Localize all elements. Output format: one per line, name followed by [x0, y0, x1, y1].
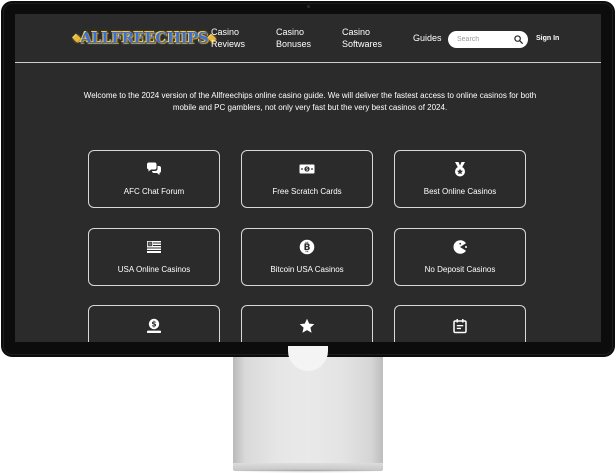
us-flag-icon: [147, 241, 161, 253]
nav-casino-bonuses[interactable]: Casino Bonuses: [276, 26, 311, 50]
monitor-bezel: ◆ALLFREECHIPS◆ Casino Reviews Casino Bon…: [1, 1, 615, 357]
card-star[interactable]: [241, 305, 373, 342]
search-icon[interactable]: [514, 35, 523, 44]
card-free-scratch-cards[interactable]: $ Free Scratch Cards: [241, 150, 373, 208]
nav-guides[interactable]: Guides: [413, 32, 442, 44]
nav-label-line2: Softwares: [342, 39, 383, 49]
stand-shadow: [228, 469, 388, 473]
webcam-dot: [307, 5, 310, 8]
site-logo[interactable]: ◆ALLFREECHIPS◆: [73, 28, 216, 48]
logo-text: ALLFREECHIPS: [80, 29, 209, 47]
sign-in-link[interactable]: Sign In: [536, 35, 559, 42]
card-dollar-hand[interactable]: $: [88, 305, 220, 342]
card-bitcoin-usa-casinos[interactable]: B Bitcoin USA Casinos: [241, 228, 373, 286]
search-input[interactable]: [457, 34, 509, 45]
star-icon: [299, 318, 315, 333]
card-no-deposit-casinos[interactable]: No Deposit Casinos: [394, 228, 526, 286]
nav-casino-reviews[interactable]: Casino Reviews: [211, 26, 245, 50]
card-label: Bitcoin USA Casinos: [270, 265, 344, 274]
search-box: [448, 31, 528, 48]
monitor-stand: [233, 357, 383, 463]
bitcoin-icon: B: [299, 239, 315, 255]
card-best-online-casinos[interactable]: Best Online Casinos: [394, 150, 526, 208]
card-usa-online-casinos[interactable]: USA Online Casinos: [88, 228, 220, 286]
card-label: Best Online Casinos: [423, 187, 497, 196]
nav-label-line2: Bonuses: [276, 39, 312, 49]
nav-casino-softwares[interactable]: Casino Softwares: [342, 26, 382, 50]
nav-label-line1: Casino: [276, 27, 305, 37]
pacman-icon: [453, 240, 467, 254]
nav-label-line1: Guides: [413, 33, 442, 43]
card-label: AFC Chat Forum: [123, 187, 185, 196]
svg-text:$: $: [306, 167, 309, 173]
calendar-icon: [453, 319, 467, 334]
card-afc-chat-forum[interactable]: AFC Chat Forum: [88, 150, 220, 208]
nav-label-line1: Casino: [342, 27, 371, 37]
monitor-screen: ◆ALLFREECHIPS◆ Casino Reviews Casino Bon…: [15, 14, 601, 342]
intro-text: Welcome to the 2024 version of the Allfr…: [83, 91, 537, 112]
site-header: ◆ALLFREECHIPS◆ Casino Reviews Casino Bon…: [15, 14, 601, 63]
chat-bubbles-icon: [147, 162, 161, 175]
card-label: No Deposit Casinos: [424, 265, 496, 274]
card-label: Free Scratch Cards: [272, 187, 342, 196]
dollar-hand-icon: $: [147, 318, 161, 333]
money-bill-icon: $: [299, 164, 315, 174]
nav-label-line2: Reviews: [211, 39, 246, 49]
svg-text:B: B: [304, 243, 311, 253]
card-label: USA Online Casinos: [117, 265, 191, 274]
nav-label-line1: Casino: [211, 27, 240, 37]
svg-text:$: $: [151, 320, 156, 329]
card-calendar[interactable]: [394, 305, 526, 342]
medal-icon: [455, 162, 465, 177]
